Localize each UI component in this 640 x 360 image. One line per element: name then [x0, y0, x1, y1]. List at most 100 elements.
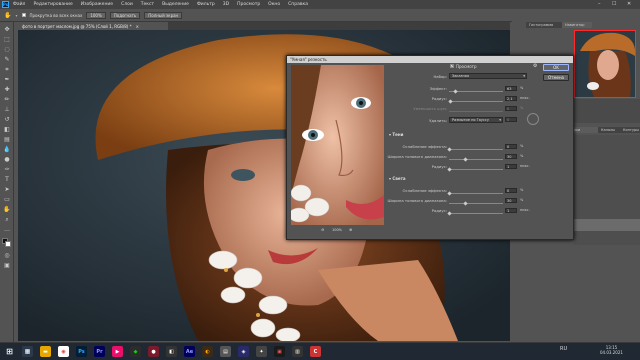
green-app-icon[interactable]: ◆ — [130, 346, 141, 357]
radius-slider-knob[interactable] — [448, 99, 453, 104]
app-icon-14[interactable]: ✦ — [256, 346, 267, 357]
crop-tool-icon[interactable]: ⌗ — [3, 66, 11, 74]
highlights-tonal-input[interactable]: 30 — [505, 198, 517, 203]
menu-view[interactable]: Просмотр — [237, 2, 260, 7]
stamp-tool-icon[interactable]: ⊥ — [3, 106, 11, 114]
move-tool-icon[interactable]: ✥ — [3, 26, 11, 34]
menu-help[interactable]: Справка — [288, 2, 308, 7]
blur-tool-icon[interactable]: 💧 — [3, 146, 11, 154]
highlights-fade-input[interactable]: 0 — [505, 188, 517, 193]
app-icon-12[interactable]: ▤ — [220, 346, 231, 357]
start-windows-icon[interactable]: ⊞ — [4, 346, 15, 357]
app-icon-13[interactable]: ◈ — [238, 346, 249, 357]
shadows-fade-knob[interactable] — [446, 147, 452, 152]
shape-tool-icon[interactable]: ▭ — [3, 196, 11, 204]
after-effects-taskbar-icon[interactable]: Ae — [184, 346, 195, 357]
highlights-radius-knob[interactable] — [447, 211, 452, 216]
photoshop-taskbar-icon[interactable]: Ps — [76, 346, 87, 357]
tray-clock[interactable]: 13:15 04.03.2021 — [600, 345, 623, 355]
amount-input[interactable]: 63 — [505, 86, 517, 91]
amount-slider-knob[interactable] — [453, 89, 458, 94]
brush-tool-icon[interactable]: ✏ — [3, 96, 11, 104]
menu-layers[interactable]: Слои — [121, 2, 133, 7]
menu-3d[interactable]: 3D — [223, 2, 229, 7]
shadows-section-title[interactable]: ▾ Тени — [389, 132, 403, 137]
radius-input[interactable]: 2,1 — [505, 96, 517, 101]
hand-tool-icon[interactable]: ✋ — [3, 206, 11, 214]
highlights-tonal-knob[interactable] — [463, 201, 468, 206]
cancel-button[interactable]: Отмена — [543, 74, 569, 81]
preset-select[interactable]: Заказная ▾ — [449, 73, 527, 79]
highlights-fade-knob[interactable] — [446, 191, 452, 196]
menu-filter[interactable]: Фильтр — [197, 2, 215, 7]
fit-screen-button[interactable]: Подогнать — [109, 11, 141, 19]
menu-select[interactable]: Выделение — [162, 2, 189, 7]
dialog-title: "Умная" резкость — [287, 56, 573, 63]
red-app-icon[interactable]: ● — [148, 346, 159, 357]
eraser-tool-icon[interactable]: ◧ — [3, 126, 11, 134]
menu-type[interactable]: Текст — [141, 2, 154, 7]
pen-tool-icon[interactable]: ✑ — [3, 166, 11, 174]
tab-paths[interactable]: Контуры — [620, 127, 640, 133]
gradient-tool-icon[interactable]: ▤ — [3, 136, 11, 144]
quick-select-tool-icon[interactable]: ✎ — [3, 56, 11, 64]
tab-histogram[interactable]: Гистограмма — [526, 22, 562, 28]
menu-image[interactable]: Изображение — [81, 2, 113, 7]
preview-checkbox[interactable]: ✓ — [450, 64, 454, 68]
layer-row-selected[interactable] — [574, 219, 640, 231]
minimize-button[interactable]: – — [598, 1, 601, 7]
zoom-tool-icon[interactable]: ⌕ — [3, 216, 11, 224]
tray-language[interactable]: RU — [560, 346, 567, 352]
file-explorer-icon[interactable]: ▦ — [22, 346, 33, 357]
settings-gear-icon[interactable]: ⚙ — [533, 63, 537, 69]
dialog-preview[interactable] — [291, 65, 384, 225]
tab-channels[interactable]: Каналы — [598, 127, 620, 133]
healing-tool-icon[interactable]: ✚ — [3, 86, 11, 94]
shadows-tonal-input[interactable]: 30 — [505, 154, 517, 159]
menu-window[interactable]: Окно — [268, 2, 280, 7]
hand-tool-icon[interactable]: ✋ — [4, 12, 11, 19]
preview-zoom-out-icon[interactable]: ⊖ — [321, 227, 324, 232]
navigator-preview[interactable] — [574, 30, 636, 98]
app-icon-11[interactable]: ◐ — [202, 346, 213, 357]
chrome-icon[interactable]: ◉ — [58, 346, 69, 357]
folder-icon[interactable]: ▬ — [40, 346, 51, 357]
marquee-tool-icon[interactable]: ⬚ — [3, 36, 11, 44]
tool-preset-chevron-icon[interactable]: ▾ — [15, 13, 17, 18]
path-select-tool-icon[interactable]: ➤ — [3, 186, 11, 194]
close-tab-icon[interactable]: × — [136, 24, 139, 29]
remove-select[interactable]: Размытие по Гауссу ▾ — [449, 117, 503, 123]
shadows-tonal-knob[interactable] — [463, 157, 468, 162]
menu-edit[interactable]: Редактирование — [33, 2, 72, 7]
ok-button[interactable]: OK — [543, 64, 569, 71]
type-tool-icon[interactable]: T — [3, 176, 11, 184]
tab-navigator[interactable]: Навигатор — [562, 22, 592, 28]
more-tools-icon[interactable]: … — [3, 226, 11, 234]
quick-mask-icon[interactable]: ◎ — [3, 252, 11, 260]
premiere-taskbar-icon[interactable]: Pr — [94, 346, 105, 357]
close-window-button[interactable]: ✕ — [627, 1, 631, 7]
app-icon-15[interactable]: ▣ — [274, 346, 285, 357]
app-icon-16[interactable]: ▥ — [292, 346, 303, 357]
history-brush-icon[interactable]: ↺ — [3, 116, 11, 124]
fullscreen-button[interactable]: Полный экран — [144, 11, 183, 19]
app-icon-9[interactable]: ◧ — [166, 346, 177, 357]
shadows-radius-input[interactable]: 1 — [505, 164, 517, 169]
screen-mode-icon[interactable]: ▣ — [3, 262, 11, 270]
app-icon-17[interactable]: C — [310, 346, 321, 357]
highlights-radius-input[interactable]: 1 — [505, 208, 517, 213]
document-tab[interactable]: фото в портрет маслом.jpg @ 75% (Слой 1,… — [18, 22, 168, 30]
media-app-icon[interactable]: ▶ — [112, 346, 123, 357]
eyedropper-tool-icon[interactable]: ✒ — [3, 76, 11, 84]
shadows-fade-input[interactable]: 0 — [505, 144, 517, 149]
highlights-section-title[interactable]: ▾ Света — [389, 176, 406, 181]
background-color-swatch[interactable] — [5, 241, 11, 247]
shadows-radius-knob[interactable] — [447, 167, 452, 172]
menu-file[interactable]: Файл — [13, 2, 25, 7]
preview-zoom-in-icon[interactable]: ⊕ — [349, 227, 352, 232]
maximize-button[interactable]: ☐ — [612, 1, 616, 7]
dodge-tool-icon[interactable]: ● — [3, 156, 11, 164]
lasso-tool-icon[interactable]: ◌ — [3, 46, 11, 54]
scroll-all-windows-checkbox[interactable] — [21, 13, 26, 17]
zoom-100-button[interactable]: 100% — [86, 11, 106, 19]
